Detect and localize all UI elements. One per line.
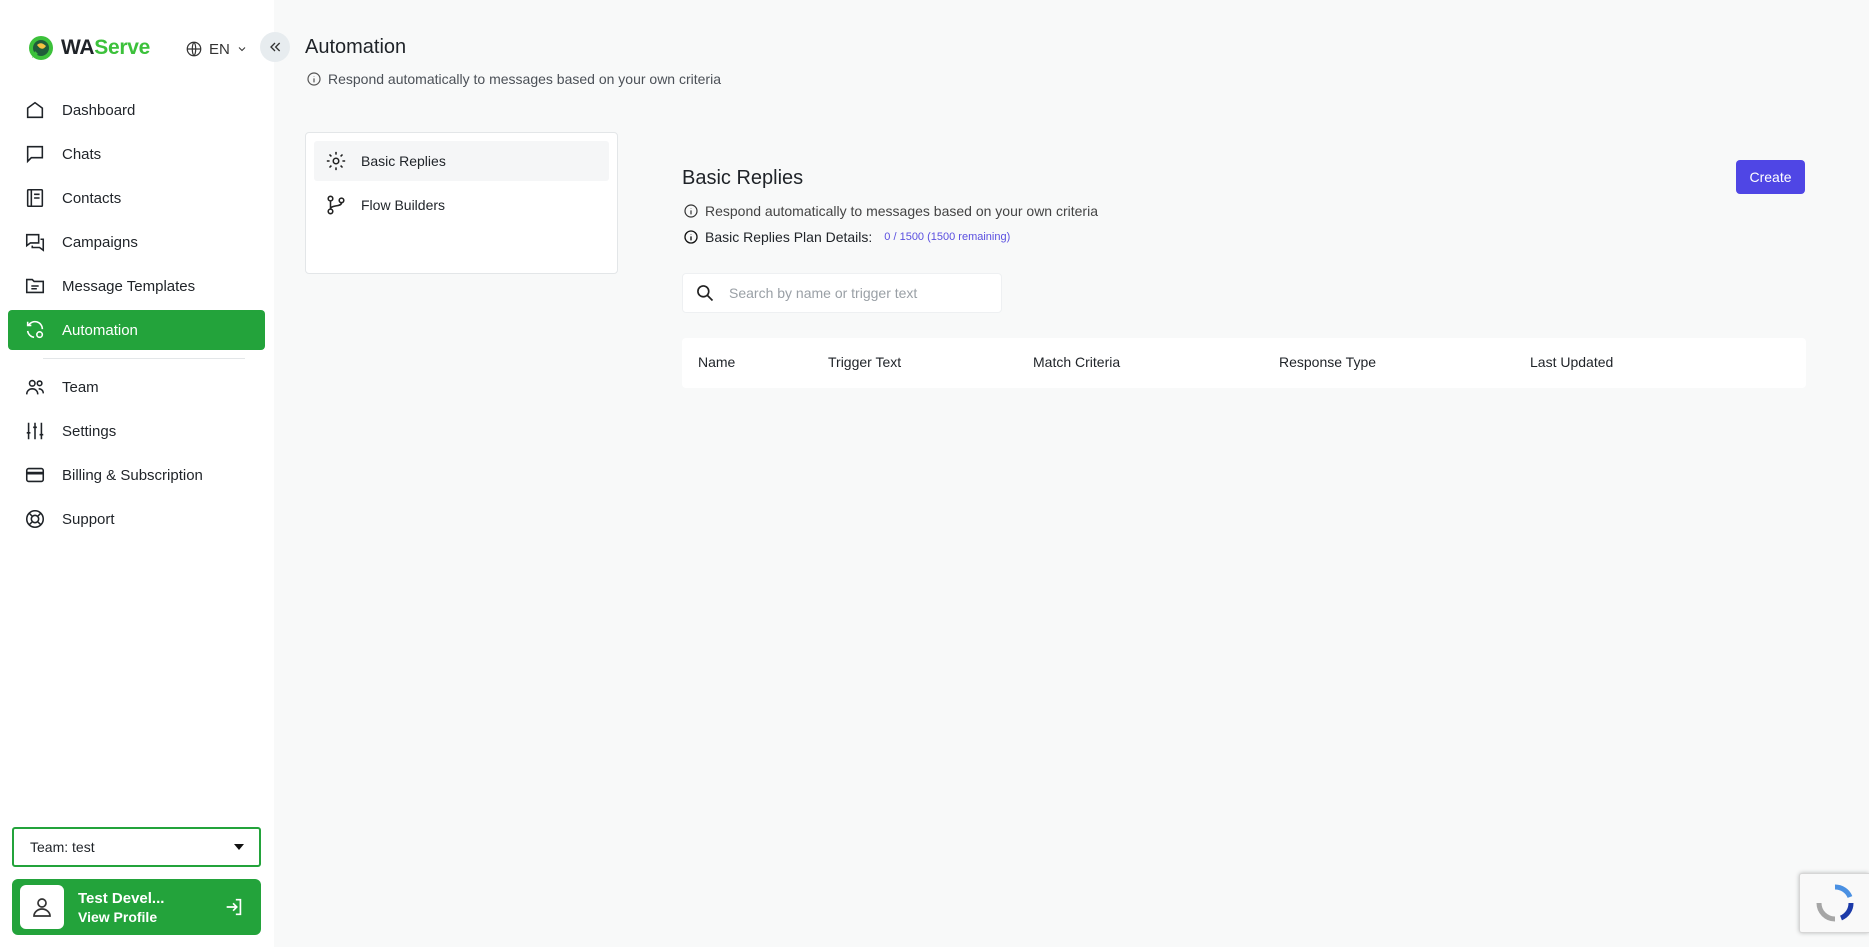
brand-name: WAServe	[61, 36, 150, 59]
automation-subnav: Basic Replies Flow Builders	[305, 132, 618, 274]
sidebar-item-automation[interactable]: Automation	[8, 310, 265, 350]
column-header-match-criteria[interactable]: Match Criteria	[1033, 354, 1120, 370]
create-button[interactable]: Create	[1736, 160, 1805, 194]
sliders-icon	[26, 422, 44, 440]
replies-table-header: Name Trigger Text Match Criteria Respons…	[682, 338, 1806, 388]
profile-card[interactable]: Test Devel... View Profile	[12, 879, 261, 935]
logo-icon	[29, 36, 53, 60]
recaptcha-badge[interactable]	[1799, 873, 1869, 933]
search-box[interactable]	[682, 273, 1002, 313]
sidebar-item-label: Campaigns	[62, 233, 138, 251]
chat-icon	[26, 145, 44, 164]
nav-divider	[43, 358, 245, 359]
brand-logo[interactable]: WAServe	[26, 33, 150, 63]
column-header-response-type[interactable]: Response Type	[1279, 354, 1376, 370]
lifebuoy-icon	[25, 509, 45, 529]
column-header-name[interactable]: Name	[698, 354, 735, 370]
folder-icon	[25, 278, 45, 294]
plan-details: Basic Replies Plan Details: 0 / 1500 (15…	[683, 229, 1010, 245]
sidebar-item-message-templates[interactable]: Message Templates	[8, 266, 265, 306]
view-profile-link[interactable]: View Profile	[78, 909, 223, 925]
campaigns-icon	[25, 233, 45, 252]
sidebar-item-label: Billing & Subscription	[62, 466, 203, 484]
team-select-value: Team: test	[30, 839, 95, 855]
language-code: EN	[209, 40, 230, 58]
info-icon	[684, 230, 698, 244]
user-icon	[33, 898, 51, 917]
plan-value: 0 / 1500 (1500 remaining)	[884, 231, 1011, 243]
gear-icon	[326, 151, 346, 171]
plan-label: Basic Replies Plan Details:	[705, 229, 873, 245]
sidebar: WAServe EN Dashboard Chats Contacts Camp…	[0, 0, 274, 947]
sidebar-item-label: Automation	[62, 321, 138, 339]
sidebar-item-label: Settings	[62, 422, 117, 440]
sidebar-item-label: Contacts	[62, 189, 122, 207]
logout-icon[interactable]	[223, 896, 245, 918]
sidebar-item-label: Team	[62, 378, 99, 396]
credit-card-icon	[25, 467, 45, 483]
recaptcha-icon	[1816, 884, 1854, 922]
contacts-book-icon	[26, 188, 44, 208]
page-subtitle: Respond automatically to messages based …	[306, 71, 721, 87]
info-icon	[684, 204, 698, 218]
search-icon	[697, 285, 714, 302]
sidebar-nav: Dashboard Chats Contacts Campaigns Messa…	[8, 90, 265, 543]
search-input[interactable]	[729, 285, 989, 301]
avatar	[20, 885, 64, 929]
caret-down-icon	[234, 844, 244, 850]
sidebar-item-chats[interactable]: Chats	[8, 134, 265, 174]
info-icon	[307, 72, 321, 86]
sidebar-item-support[interactable]: Support	[8, 499, 265, 539]
team-icon	[25, 379, 45, 395]
sidebar-item-billing[interactable]: Billing & Subscription	[8, 455, 265, 495]
chevron-down-icon	[238, 47, 246, 52]
subnav-item-label: Flow Builders	[361, 197, 446, 213]
content-description: Respond automatically to messages based …	[683, 203, 1098, 219]
team-select[interactable]: Team: test	[12, 827, 261, 867]
sidebar-item-team[interactable]: Team	[8, 367, 265, 407]
sidebar-item-label: Support	[62, 510, 115, 528]
column-header-last-updated[interactable]: Last Updated	[1530, 354, 1613, 370]
sidebar-item-label: Message Templates	[62, 277, 196, 295]
collapse-sidebar-button[interactable]	[260, 32, 290, 62]
profile-name: Test Devel...	[78, 889, 165, 907]
sidebar-item-campaigns[interactable]: Campaigns	[8, 222, 265, 262]
sidebar-item-dashboard[interactable]: Dashboard	[8, 90, 265, 130]
content-title: Basic Replies	[682, 167, 804, 189]
flow-branch-icon	[327, 195, 345, 215]
double-chevron-left-icon	[270, 42, 281, 52]
home-icon	[26, 101, 44, 119]
page-title: Automation	[305, 36, 407, 58]
sidebar-item-settings[interactable]: Settings	[8, 411, 265, 451]
subnav-item-label: Basic Replies	[361, 153, 446, 169]
automation-icon	[26, 320, 44, 339]
sidebar-item-label: Chats	[62, 145, 102, 163]
sidebar-item-contacts[interactable]: Contacts	[8, 178, 265, 218]
subnav-item-basic-replies[interactable]: Basic Replies	[314, 141, 609, 181]
sidebar-item-label: Dashboard	[62, 101, 136, 119]
column-header-trigger-text[interactable]: Trigger Text	[828, 354, 901, 370]
language-selector[interactable]: EN	[185, 40, 248, 58]
subnav-item-flow-builders[interactable]: Flow Builders	[314, 185, 609, 225]
globe-icon	[186, 41, 202, 57]
